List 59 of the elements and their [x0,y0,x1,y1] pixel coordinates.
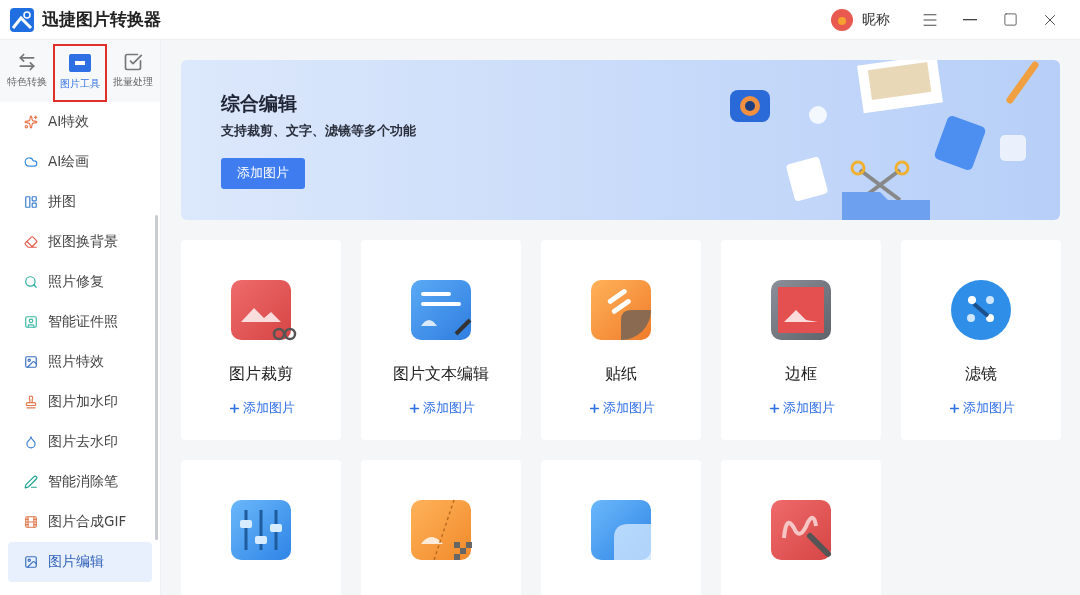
batch-icon [123,52,144,72]
plus-icon [407,401,421,415]
grid-icon [24,195,38,209]
tool-card[interactable]: 图片裁剪 添加图片 [181,240,341,440]
sidebar-item[interactable]: 智能证件照 [8,302,152,342]
toolbox-icon [68,52,92,74]
sparkle-icon [24,115,38,129]
add-image-link[interactable]: 添加图片 [227,399,295,417]
banner-subtitle: 支持裁剪、文字、滤镜等多个功能 [221,123,416,140]
drop-icon [24,435,38,449]
tool-name: 图片文本编辑 [393,364,489,385]
sidebar-item[interactable]: 图片合成GIF [8,502,152,542]
pen-icon [24,475,38,489]
stamp-icon [24,395,38,409]
mode-tab[interactable]: 特色转换 [0,44,54,102]
add-image-link[interactable]: 添加图片 [947,399,1015,417]
tool-card[interactable]: 滤镜 添加图片 [901,240,1061,440]
gif-icon [24,515,38,529]
add-image-link[interactable]: 添加图片 [587,399,655,417]
plus-icon [767,401,781,415]
sidebar-item[interactable]: 图片加水印 [8,382,152,422]
sidebar-item[interactable]: 图片编辑 [8,542,152,582]
add-image-link[interactable]: 添加图片 [407,399,475,417]
avatar-icon[interactable] [830,7,854,32]
sidebar-item[interactable]: 照片修复 [8,262,152,302]
sidebar-item[interactable]: 图片去水印 [8,422,152,462]
image-icon [24,555,38,569]
sidebar-item[interactable]: 抠图换背景 [8,222,152,262]
tool-name: 边框 [785,364,817,385]
cloud-icon [24,155,38,169]
plus-icon [947,401,961,415]
sidebar-item[interactable]: AI特效 [8,102,152,142]
tool-card[interactable]: 边框 添加图片 [721,240,881,440]
tool-name: 图片裁剪 [229,364,293,385]
tool-card[interactable]: 图片文本编辑 添加图片 [361,240,521,440]
plus-icon [587,401,601,415]
tool-name: 滤镜 [965,364,997,385]
search-icon [24,275,38,289]
sidebar-item[interactable]: 拼图 [8,182,152,222]
image-icon [24,355,38,369]
app-logo-icon [10,7,34,32]
app-title: 迅捷图片转换器 [42,8,162,31]
scrollbar[interactable] [155,215,158,540]
person-icon [24,315,38,329]
add-image-button[interactable]: 添加图片 [221,158,305,189]
add-image-link[interactable]: 添加图片 [767,399,835,417]
maximize-icon [1002,12,1018,27]
eraser-icon [24,235,38,249]
minimize-icon [963,18,977,21]
user-name[interactable]: 昵称 [862,10,890,29]
sidebar-item[interactable]: 智能消除笔 [8,462,152,502]
mode-tab[interactable]: 图片工具 [53,44,107,102]
plus-icon [227,401,241,415]
mode-tab[interactable]: 批量处理 [106,44,160,102]
sidebar-item[interactable]: 照片特效 [8,342,152,382]
tool-card[interactable]: 贴纸 添加图片 [541,240,701,440]
sidebar-item[interactable]: AI绘画 [8,142,152,182]
banner-title: 综合编辑 [221,91,297,116]
tool-name: 贴纸 [605,364,637,385]
